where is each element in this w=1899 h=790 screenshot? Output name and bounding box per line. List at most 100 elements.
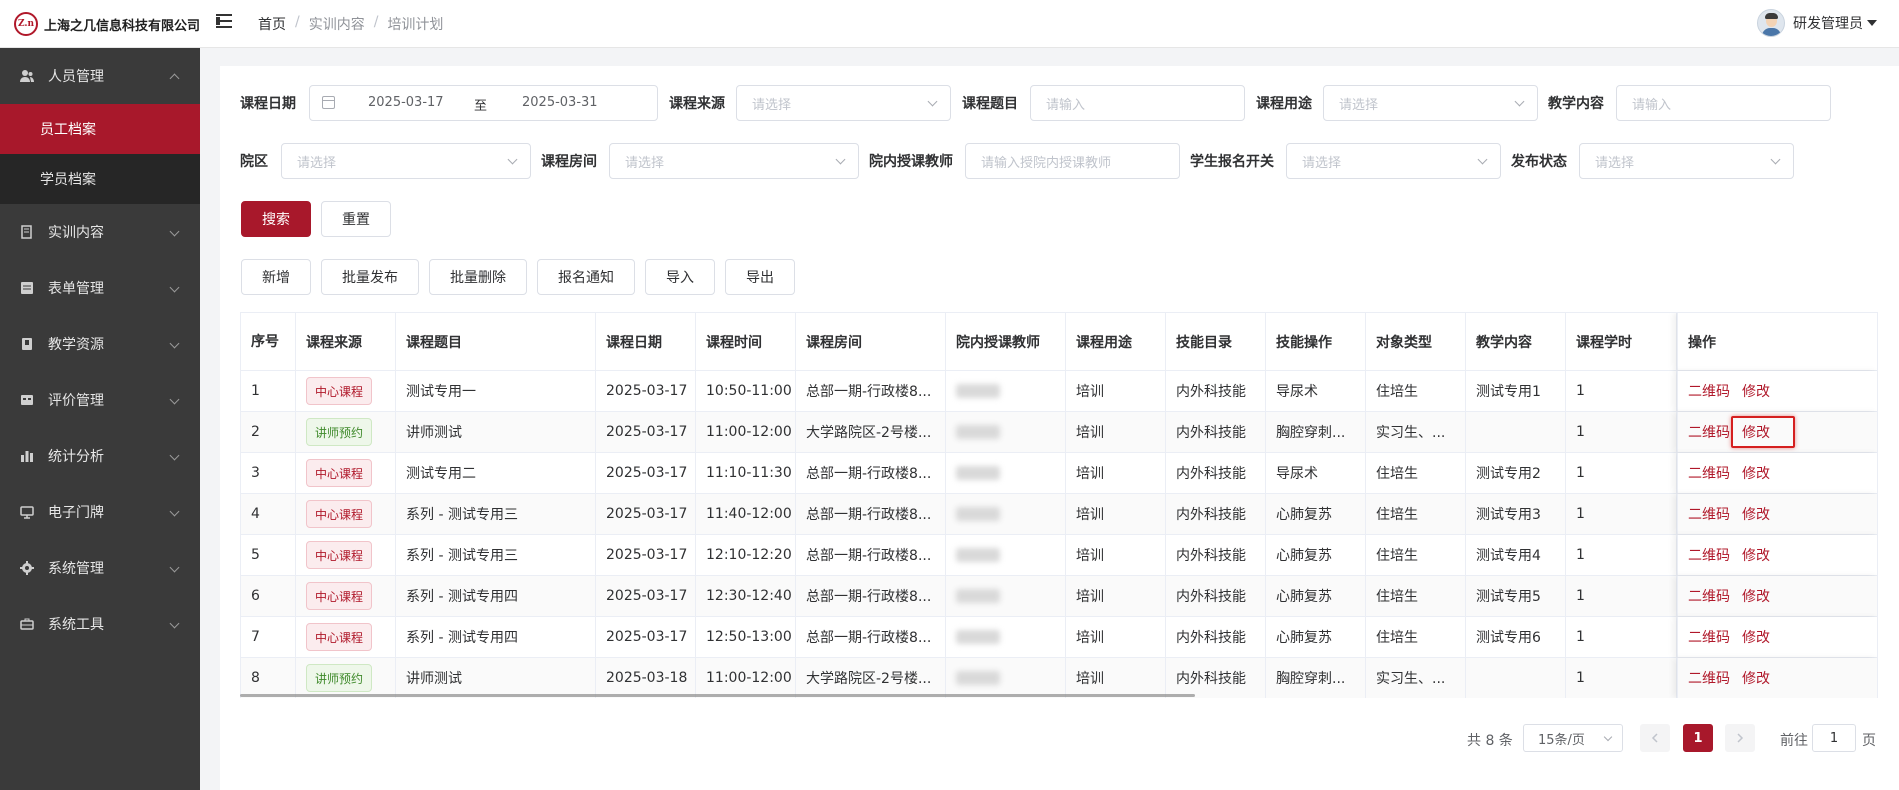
course-usage-select[interactable]: 请选择 <box>1323 85 1538 121</box>
redacted-teacher-name <box>956 671 1000 685</box>
cell-index: 5 <box>241 535 296 575</box>
menu-collapse-icon[interactable] <box>216 14 234 30</box>
cell-target: 实习生、... <box>1366 412 1466 452</box>
company-logo[interactable]: Z.n 上海之几信息科技有限公司 <box>14 12 200 36</box>
row-ops: 二维码 修改 <box>1677 658 1877 698</box>
date-separator: 至 <box>474 99 488 114</box>
cell-content: 测试专用3 <box>1466 494 1566 534</box>
next-page-button[interactable] <box>1725 724 1755 752</box>
cell-room: 大学路院区-2号楼... <box>796 658 946 698</box>
cell-index: 4 <box>241 494 296 534</box>
campus-label: 院区 <box>240 154 268 170</box>
table-row[interactable]: 8 讲师预约 讲师测试 2025-03-18 11:00-12:00 大学路院区-2号楼.… <box>241 658 1877 698</box>
qrcode-link[interactable]: 二维码 <box>1688 668 1730 688</box>
course-date-range-picker[interactable]: 2025-03-17 至 2025-03-31 <box>309 85 658 121</box>
edit-link[interactable]: 修改 <box>1742 668 1770 688</box>
sidebar-item-form-management[interactable]: 表单管理 <box>0 260 200 316</box>
page-number-current[interactable]: 1 <box>1683 724 1713 752</box>
edit-link[interactable]: 修改 <box>1742 586 1770 606</box>
row-ops: 二维码 修改 <box>1677 371 1877 411</box>
course-title-input[interactable]: 请输入 <box>1030 85 1245 121</box>
batch-delete-button[interactable]: 批量删除 <box>429 259 527 295</box>
horizontal-scrollbar[interactable] <box>240 694 1195 697</box>
table-row[interactable]: 5 中心课程 系列 - 测试专用三 2025-03-17 12:10-12:20 总部一期… <box>241 535 1877 576</box>
sidebar-item-student-archive[interactable]: 学员档案 <box>0 154 200 204</box>
main-card: 课程日期 2025-03-17 至 2025-03-31 课程来源 请选择 课程… <box>220 66 1899 790</box>
sidebar-item-e-doorplate[interactable]: 电子门牌 <box>0 484 200 540</box>
sidebar: 人员管理 员工档案 学员档案 实训内容 表单管理 教学资源 评价管理 统计分析 … <box>0 48 200 790</box>
batch-publish-button[interactable]: 批量发布 <box>321 259 419 295</box>
qrcode-link[interactable]: 二维码 <box>1688 422 1730 442</box>
sidebar-item-training-content[interactable]: 实训内容 <box>0 204 200 260</box>
sidebar-item-staff-archive[interactable]: 员工档案 <box>0 104 200 154</box>
search-button[interactable]: 搜索 <box>241 201 311 237</box>
teaching-content-input[interactable]: 请输入 <box>1616 85 1831 121</box>
edit-link[interactable]: 修改 <box>1742 545 1770 565</box>
edit-link[interactable]: 修改 <box>1742 381 1770 401</box>
cell-room: 总部一期-行政楼8... <box>796 535 946 575</box>
col-ops-header: 操作 <box>1677 313 1877 370</box>
table-row[interactable]: 6 中心课程 系列 - 测试专用四 2025-03-17 12:30-12:40 总部一期… <box>241 576 1877 617</box>
row-ops: 二维码 修改 <box>1677 453 1877 493</box>
col-teacher: 院内授课教师 <box>946 313 1066 370</box>
teacher-input[interactable]: 请输入授院内授课教师 <box>965 143 1180 179</box>
sidebar-item-personnel[interactable]: 人员管理 <box>0 48 200 104</box>
cell-index: 1 <box>241 371 296 411</box>
cell-room: 总部一期-行政楼8... <box>796 453 946 493</box>
page-size-select[interactable]: 15条/页 <box>1523 724 1623 752</box>
qrcode-link[interactable]: 二维码 <box>1688 586 1730 606</box>
qrcode-link[interactable]: 二维码 <box>1688 545 1730 565</box>
cell-teacher <box>946 494 1066 534</box>
import-button[interactable]: 导入 <box>645 259 715 295</box>
col-time: 课程时间 <box>696 313 796 370</box>
sidebar-item-system-tools[interactable]: 系统工具 <box>0 596 200 652</box>
sidebar-item-label: 实训内容 <box>48 225 104 241</box>
reset-button[interactable]: 重置 <box>321 201 391 237</box>
qrcode-link[interactable]: 二维码 <box>1688 463 1730 483</box>
campus-select[interactable]: 请选择 <box>281 143 531 179</box>
cell-title: 讲师测试 <box>396 658 596 698</box>
qrcode-link[interactable]: 二维码 <box>1688 504 1730 524</box>
sidebar-item-evaluation[interactable]: 评价管理 <box>0 372 200 428</box>
breadcrumb-home[interactable]: 首页 <box>258 14 286 34</box>
user-menu[interactable]: 研发管理员 <box>1757 9 1877 37</box>
chevron-down-icon <box>169 562 180 573</box>
course-source-select[interactable]: 请选择 <box>736 85 951 121</box>
edit-link[interactable]: 修改 <box>1742 463 1770 483</box>
top-header: Z.n 上海之几信息科技有限公司 首页 / 实训内容 / 培训计划 研发管理员 <box>0 0 1899 48</box>
table-row[interactable]: 1 中心课程 测试专用一 2025-03-17 10:50-11:00 总部一期-行政楼8… <box>241 371 1877 412</box>
sidebar-item-statistics[interactable]: 统计分析 <box>0 428 200 484</box>
publish-status-select[interactable]: 请选择 <box>1579 143 1794 179</box>
sidebar-item-teaching-resources[interactable]: 教学资源 <box>0 316 200 372</box>
enroll-switch-select[interactable]: 请选择 <box>1286 143 1501 179</box>
table-row[interactable]: 2 讲师预约 讲师测试 2025-03-17 11:00-12:00 大学路院区-2号楼.… <box>241 412 1877 453</box>
edit-link[interactable]: 修改 <box>1742 627 1770 647</box>
sidebar-item-label: 系统管理 <box>48 561 104 577</box>
sidebar-item-label: 电子门牌 <box>48 505 104 521</box>
course-room-select[interactable]: 请选择 <box>609 143 859 179</box>
qrcode-link[interactable]: 二维码 <box>1688 381 1730 401</box>
prev-page-button[interactable] <box>1640 724 1670 752</box>
enroll-notice-button[interactable]: 报名通知 <box>537 259 635 295</box>
add-button[interactable]: 新增 <box>241 259 311 295</box>
table-row[interactable]: 4 中心课程 系列 - 测试专用三 2025-03-17 11:40-12:00 总部一期… <box>241 494 1877 535</box>
cell-index: 7 <box>241 617 296 657</box>
cell-skill-op: 导尿术 <box>1266 371 1366 411</box>
date-end: 2025-03-31 <box>522 95 598 110</box>
edit-link[interactable]: 修改 <box>1742 504 1770 524</box>
table-row[interactable]: 3 中心课程 测试专用二 2025-03-17 11:10-11:30 总部一期-行政楼8… <box>241 453 1877 494</box>
page-size-value: 15条/页 <box>1538 732 1585 748</box>
cell-content <box>1466 658 1566 698</box>
company-name: 上海之几信息科技有限公司 <box>44 18 201 34</box>
cell-hours: 1 <box>1566 371 1677 411</box>
chevron-down-icon <box>169 282 180 293</box>
export-button[interactable]: 导出 <box>725 259 795 295</box>
sidebar-item-system-management[interactable]: 系统管理 <box>0 540 200 596</box>
goto-page-input[interactable]: 1 <box>1812 724 1856 752</box>
breadcrumb-training-content[interactable]: 实训内容 <box>309 14 365 34</box>
chevron-down-icon <box>1770 154 1781 165</box>
col-index: 序号 <box>241 313 296 370</box>
table-row[interactable]: 7 中心课程 系列 - 测试专用四 2025-03-17 12:50-13:00 总部一期… <box>241 617 1877 658</box>
cell-room: 大学路院区-2号楼... <box>796 412 946 452</box>
qrcode-link[interactable]: 二维码 <box>1688 627 1730 647</box>
